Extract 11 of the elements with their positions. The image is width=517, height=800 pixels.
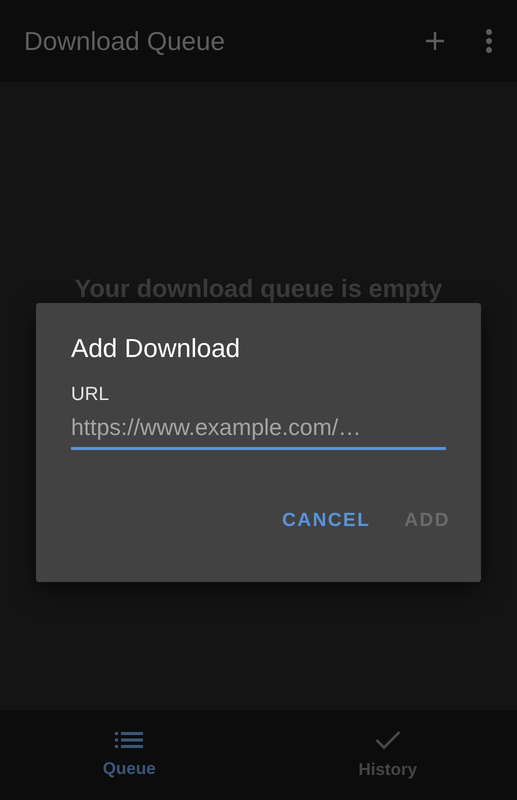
- field-label: URL: [71, 384, 110, 406]
- dialog-title: Add Download: [71, 333, 240, 364]
- dialog-button[interactable]: CANCEL: [272, 504, 380, 538]
- more-icon[interactable]: [485, 29, 493, 53]
- list-icon: [115, 731, 144, 749]
- url-field[interactable]: https://www.example.com/…: [71, 406, 446, 450]
- add-icon[interactable]: [425, 31, 445, 51]
- check-icon: [374, 730, 401, 750]
- nav-tab[interactable]: Queue: [0, 710, 258, 800]
- app-title: Download Queue: [24, 26, 226, 56]
- nav-tab[interactable]: History: [258, 710, 517, 800]
